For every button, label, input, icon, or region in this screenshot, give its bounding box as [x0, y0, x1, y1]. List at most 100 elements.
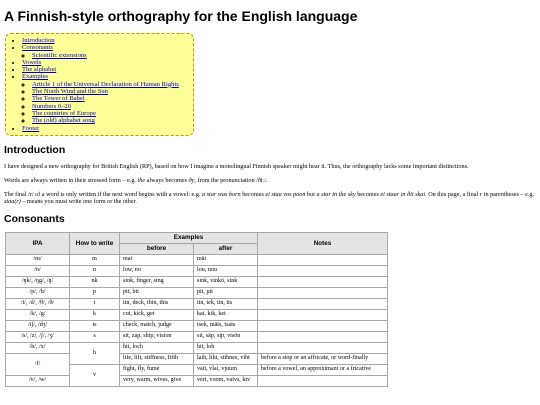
toc-link-article-1[interactable]: Article 1 of the Universal Declaration o…: [32, 81, 179, 88]
introduction-heading: Introduction: [4, 143, 66, 156]
after-cell: sink, vinkö, sink: [193, 275, 258, 288]
notes-cell: [257, 330, 388, 343]
toc-item: Examples Article 1 of the Universal Decl…: [22, 73, 179, 124]
how-cell: t: [69, 297, 120, 310]
toc-item: The alphabet: [22, 66, 179, 73]
header-before: before: [119, 242, 194, 255]
ipa-cell: /t/, /d/, /θ/, /ð/: [5, 297, 70, 310]
ipa-cell: /h/, /x/: [5, 341, 70, 354]
how-cell: p: [69, 286, 120, 299]
toc-link-numbers[interactable]: Numbers 0–20: [32, 103, 71, 110]
intro-paragraph-3: The final /r/ of a word is only written …: [4, 191, 535, 206]
how-cell: m: [69, 253, 120, 266]
how-cell: ts: [69, 319, 120, 332]
ipa-cell: /tʃ/, /dʒ/: [5, 319, 70, 332]
toc-link-north-wind[interactable]: The North Wind and the Sun: [32, 88, 108, 95]
table-row: /p/, /b/ p pit, bit pit, pit: [5, 286, 388, 299]
notes-cell: [257, 374, 388, 387]
notes-cell: [257, 308, 388, 321]
table-row: /h/, /x/ h hit, loch hit, loh: [5, 341, 388, 365]
toc-item: The Tower of Babel: [32, 95, 179, 102]
before-cell: hit, loch: [119, 341, 194, 354]
table-row: /n/ n low, no lou, nou: [5, 264, 388, 277]
toc-link-alphabet-song[interactable]: The (old) alphabet song: [32, 117, 95, 124]
notes-cell: before a stop or an affricate, or word-f…: [257, 352, 388, 365]
before-cell: mat: [119, 253, 194, 266]
before-cell: sink, finger, sing: [119, 275, 194, 288]
before-cell: check, match, judge: [119, 319, 194, 332]
page: A Finnish-style orthography for the Engl…: [0, 0, 540, 387]
how-cell: k: [69, 308, 120, 321]
page-title: A Finnish-style orthography for the Engl…: [4, 8, 358, 24]
how-cell: s: [69, 330, 120, 343]
table-row: /tʃ/, /dʒ/ ts check, match, judge tsek, …: [5, 319, 388, 332]
notes-cell: [257, 297, 388, 310]
table-row: /k/, /g/ k cut, kick, get kat, kik, ket: [5, 308, 388, 321]
ipa-cell: /f/: [5, 352, 70, 376]
toc-link-vowels[interactable]: Vowels: [22, 59, 41, 66]
notes-cell: [257, 319, 388, 332]
toc-link-tower-of-babel[interactable]: The Tower of Babel: [32, 95, 85, 102]
ipa-cell: /s/, /z/, /ʃ/, /ʒ/: [5, 330, 70, 343]
ipa-cell: /v/, /w/: [5, 374, 70, 387]
consonants-table: IPA How to write Examples Notes before a…: [5, 231, 388, 387]
toc-item: The North Wind and the Sun: [32, 88, 179, 95]
toc-link-scientific-extensions[interactable]: Scientific extensions: [32, 52, 87, 59]
before-cell: pit, bit: [119, 286, 194, 299]
how-cell: v: [69, 363, 120, 387]
notes-cell: [257, 275, 388, 288]
toc-link-examples[interactable]: Examples: [22, 73, 48, 80]
table-row: /m/ m mat mät: [5, 253, 388, 266]
after-cell: kat, kik, ket: [193, 308, 258, 321]
intro-paragraph-1: I have designed a new orthography for Br…: [4, 162, 469, 170]
before-cell: very, warm, wives, give: [119, 374, 194, 387]
toc-link-alphabet[interactable]: The alphabet: [22, 66, 56, 73]
toc-item: Vowels: [22, 59, 179, 66]
notes-cell: before a vowel, an approximant or a fric…: [257, 363, 388, 376]
table-row: /t/, /d/, /θ/, /ð/ t tin, deck, thin, th…: [5, 297, 388, 310]
notes-cell: [257, 264, 388, 277]
table-row: /f/ life, lift, stiffness, fifth laih, l…: [5, 352, 388, 376]
toc-item: Consonants Scientific extensions: [22, 44, 179, 59]
toc-link-introduction[interactable]: Introduction: [22, 37, 55, 44]
before-cell: cut, kick, get: [119, 308, 194, 321]
before-cell: tin, deck, thin, this: [119, 297, 194, 310]
ipa-cell: /p/, /b/: [5, 286, 70, 299]
toc-item: Introduction: [22, 37, 179, 44]
after-cell: laih, lihi, stihnes, viht: [193, 352, 258, 365]
toc-item: Footer: [22, 125, 179, 132]
after-cell: vait, vlai, vjuum: [193, 363, 258, 376]
toc-link-footer[interactable]: Footer: [22, 125, 39, 132]
toc-link-consonants[interactable]: Consonants: [22, 44, 53, 51]
toc-item: Numbers 0–20: [32, 103, 179, 110]
before-cell: fight, fly, fume: [119, 363, 194, 376]
before-cell: sit, zap, ship, vision: [119, 330, 194, 343]
toc-item: Scientific extensions: [32, 52, 179, 59]
table-row: /v/, /w/ very, warm, wives, give veri, v…: [5, 374, 388, 387]
after-cell: sit, säp, sip, visön: [193, 330, 258, 343]
notes-cell: [257, 341, 388, 354]
toc-item: Article 1 of the Universal Declaration o…: [32, 81, 179, 88]
after-cell: veri, voom, vaivs, kiv: [193, 374, 258, 387]
after-cell: pit, pit: [193, 286, 258, 299]
table-row: /s/, /z/, /ʃ/, /ʒ/ s sit, zap, ship, vis…: [5, 330, 388, 343]
header-notes: Notes: [257, 231, 388, 255]
how-cell: h: [69, 341, 120, 365]
after-cell: tsek, mäts, tsats: [193, 319, 258, 332]
ipa-cell: /ŋk/, /ŋg/, /ŋ/: [5, 275, 70, 288]
before-cell: life, lift, stiffness, fifth: [119, 352, 194, 365]
how-cell: n: [69, 264, 120, 277]
ipa-cell: /k/, /g/: [5, 308, 70, 321]
header-examples: Examples: [119, 231, 258, 244]
toc-link-countries[interactable]: The countries of Europe: [32, 110, 96, 117]
after-cell: lou, nou: [193, 264, 258, 277]
toc-item: The (old) alphabet song: [32, 117, 179, 124]
how-cell: nk: [69, 275, 120, 288]
header-how-to-write: How to write: [69, 231, 120, 255]
after-cell: tin, tek, tin, tis: [193, 297, 258, 310]
before-cell: low, no: [119, 264, 194, 277]
table-row: /ŋk/, /ŋg/, /ŋ/ nk sink, finger, sing si…: [5, 275, 388, 288]
after-cell: hit, loh: [193, 341, 258, 354]
header-ipa: IPA: [5, 231, 70, 255]
table-of-contents: Introduction Consonants Scientific exten…: [5, 33, 194, 136]
